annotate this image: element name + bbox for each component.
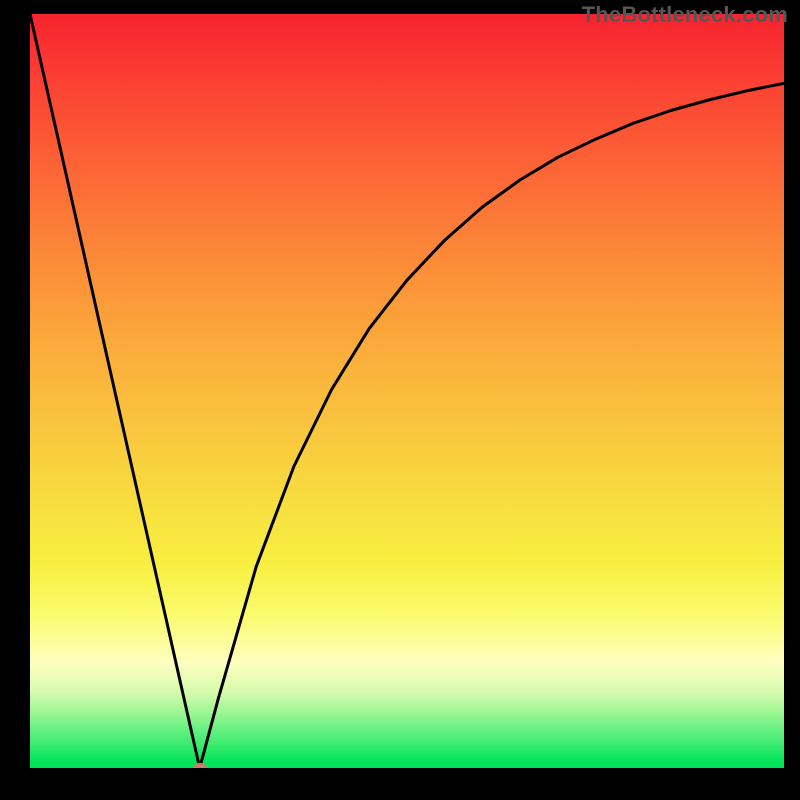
- chart-container: TheBottleneck.com: [0, 0, 800, 800]
- optimal-point-marker: [193, 763, 207, 768]
- plot-area: [30, 14, 784, 768]
- watermark-text: TheBottleneck.com: [582, 2, 788, 28]
- bottleneck-curve: [30, 14, 784, 768]
